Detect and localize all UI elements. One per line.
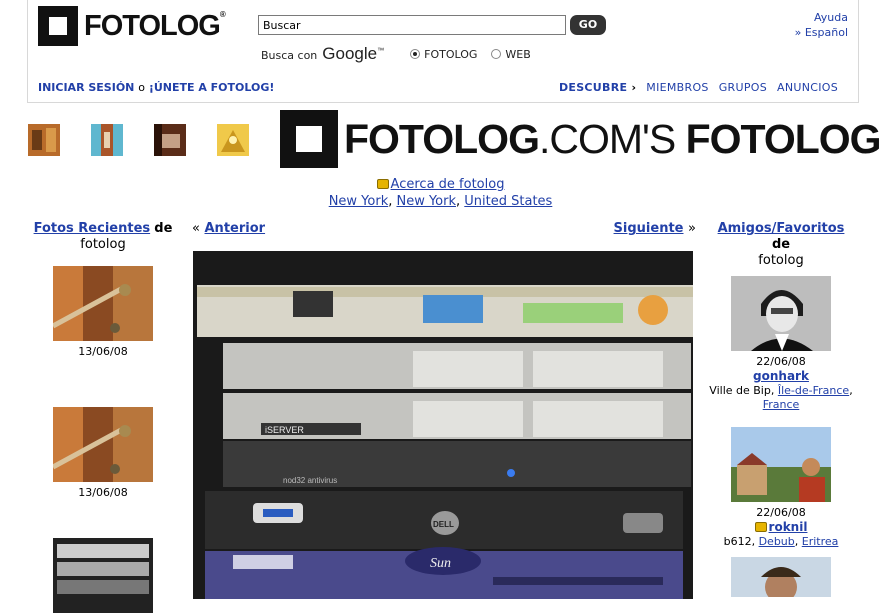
prev-link[interactable]: Anterior (205, 221, 266, 236)
banner-thumb-3[interactable] (154, 124, 186, 156)
logo-tm: ® (219, 9, 226, 19)
radio-selected-icon[interactable] (410, 49, 421, 59)
friend-place: b612, (723, 535, 756, 548)
friend-photo-2[interactable] (731, 427, 831, 502)
nav-groups[interactable]: GRUPOS (719, 81, 767, 94)
nav-members[interactable]: MIEMBROS (646, 81, 708, 94)
site-header: FOTOLOG® GO Busca con Google™ FOTOLOG WE… (27, 0, 859, 103)
main-nav: DESCUBRE › MIEMBROS GRUPOS ANUNCIOS (559, 81, 838, 94)
about-link[interactable]: Acerca de fotolog (391, 177, 505, 192)
radio-unselected-icon[interactable] (491, 49, 502, 59)
auth-links: INICIAR SESIÓN o ¡ÚNETE A FOTOLOG! (38, 81, 274, 94)
friend-name-link[interactable]: roknil (769, 520, 808, 534)
go-button[interactable]: GO (570, 15, 606, 35)
friend-photo-3[interactable] (731, 557, 831, 597)
banner-part3: FOTOLOG (685, 115, 881, 162)
or-text: o (138, 81, 145, 94)
nav-discover[interactable]: DESCUBRE › (559, 81, 636, 94)
friends-owner: fotolog (758, 253, 804, 268)
recent-date: 13/06/08 (78, 345, 128, 358)
friend-country-link[interactable]: Eritrea (802, 535, 839, 548)
next-quote: » (688, 221, 696, 236)
friend-name-link[interactable]: gonhark (753, 369, 809, 383)
logo-text: FOTOLOG (84, 9, 221, 42)
banner-part2: .COM'S (538, 115, 676, 162)
next-link[interactable]: Siguiente (614, 221, 684, 236)
friends-link[interactable]: Amigos/Favoritos (718, 221, 845, 236)
search-options: Busca con Google™ FOTOLOG WEB (261, 44, 531, 64)
ayuda-link[interactable]: Ayuda (814, 11, 848, 24)
language-link[interactable]: » Español (795, 26, 848, 39)
city-link[interactable]: New York (329, 194, 389, 209)
friend-country-link[interactable]: France (763, 398, 800, 411)
busca-con-label: Busca con (261, 49, 318, 62)
state-link[interactable]: New York (396, 194, 456, 209)
recent-owner: fotolog (80, 237, 126, 252)
banner-square-icon (280, 110, 338, 168)
fotolog-logo[interactable]: FOTOLOG® (38, 6, 226, 46)
recent-photo-2[interactable] (53, 407, 153, 482)
banner-thumb-2[interactable] (91, 124, 123, 156)
iserver-label: iSERVER (265, 425, 304, 435)
country-link[interactable]: United States (464, 194, 552, 209)
friend-place: Ville de Bip, (709, 384, 775, 397)
friend-date: 22/06/08 (756, 355, 806, 368)
recent-title: Fotos Recientes de (27, 221, 179, 237)
recent-photos-link[interactable]: Fotos Recientes (34, 221, 151, 236)
search-input[interactable] (258, 15, 566, 35)
friends-sidebar: Amigos/Favoritos de fotolog 22/06/08 gon… (708, 221, 854, 597)
banner-thumb-1[interactable] (28, 124, 60, 156)
recent-photo-1[interactable] (53, 266, 153, 341)
banner-thumb-4[interactable] (217, 124, 249, 156)
friends-de: de (771, 237, 791, 252)
page-banner: FOTOLOG.COM'S FOTOLOG (280, 110, 881, 168)
antivirus-label: nod32 antivirus (283, 476, 337, 485)
dell-label: DELL (433, 520, 454, 529)
google-wordmark: Google™ (322, 44, 385, 63)
login-link[interactable]: INICIAR SESIÓN (38, 81, 134, 94)
radio-fotolog[interactable]: FOTOLOG (410, 48, 477, 61)
camera-icon (376, 179, 389, 189)
camera-icon (754, 522, 767, 532)
nav-ads[interactable]: ANUNCIOS (777, 81, 838, 94)
recent-photos: Fotos Recientes de fotolog 13/06/08 13/0… (27, 221, 179, 613)
prev-quote: « (192, 221, 200, 236)
recent-de: de (154, 221, 173, 236)
friend-date: 22/06/08 (756, 506, 806, 519)
help-links: Ayuda » Español (795, 10, 848, 40)
sun-label: Sun (430, 556, 451, 571)
about-section: Acerca de fotolog New York, New York, Un… (328, 177, 553, 209)
recent-photo-3[interactable] (53, 538, 153, 613)
join-link[interactable]: ¡ÚNETE A FOTOLOG! (149, 81, 275, 94)
friend-region-link[interactable]: Île-de-France (778, 384, 849, 397)
logo-square-icon (38, 6, 78, 46)
friend-photo-1[interactable] (731, 276, 831, 351)
main-photo[interactable]: iSERVER nod32 antivirus DELL Sun (193, 251, 693, 599)
recent-date: 13/06/08 (78, 486, 128, 499)
friend-region-link[interactable]: Debub (759, 535, 795, 548)
radio-web[interactable]: WEB (491, 48, 531, 61)
banner-part1: FOTOLOG (344, 115, 540, 162)
